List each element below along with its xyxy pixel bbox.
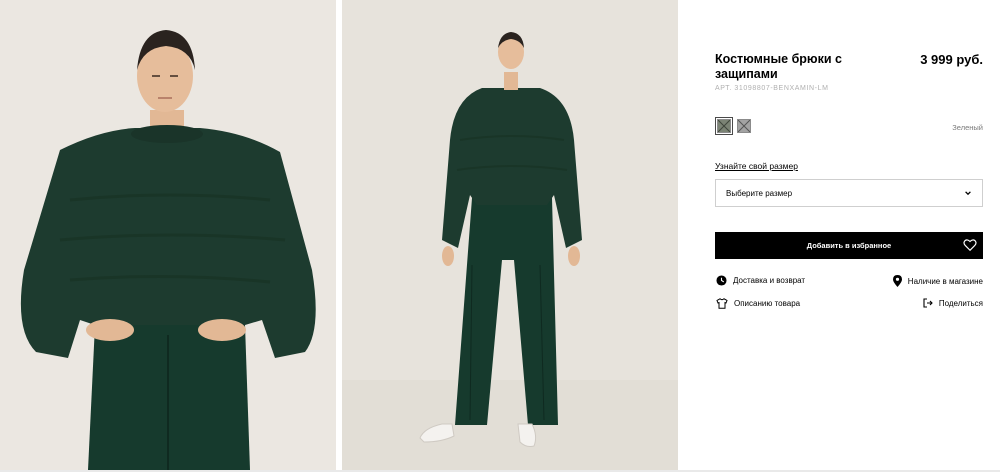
product-price: 3 999 руб. [920,52,983,67]
product-title: Костюмные брюки с защипами [715,52,842,81]
location-pin-icon [892,275,902,287]
chevron-down-icon [965,191,971,196]
selected-color-name: Зеленый [952,123,983,132]
gray-swatch-icon [738,120,750,132]
store-availability-label: Наличие в магазине [907,276,983,286]
product-photo-closeup[interactable] [0,0,336,470]
product-info-panel: Костюмные брюки с защипами 3 999 руб. АР… [715,0,983,472]
color-swatch-gray[interactable] [737,119,751,133]
heart-icon[interactable] [963,238,977,252]
share-icon [923,298,933,308]
delivery-returns-link[interactable]: Доставка и возврат [716,275,805,286]
size-guide-link[interactable]: Узнайте свой размер [715,161,798,171]
delivery-returns-label: Доставка и возврат [733,276,806,285]
product-description-label: Описанию товара [734,299,801,308]
tshirt-icon [716,298,728,309]
store-availability-link[interactable]: Наличие в магазине [892,275,983,287]
color-swatches [715,117,751,135]
size-select-placeholder: Выберите размер [726,188,793,198]
add-to-favorites-button[interactable]: Добавить в избранное [715,232,983,259]
product-sku: АРТ. 31098807-BENXAMIN-LM [715,85,829,92]
add-to-favorites-label: Добавить в избранное [806,241,892,250]
color-swatch-olive[interactable] [715,117,733,135]
product-photo-full-length[interactable] [342,0,678,470]
size-select[interactable]: Выберите размер [715,179,983,207]
share-label: Поделиться [938,298,983,308]
model-closeup-image [0,0,336,470]
share-link[interactable]: Поделиться [923,298,983,308]
product-description-link[interactable]: Описанию товара [716,298,800,309]
clock-icon [716,275,727,286]
model-full-length-image [342,0,678,470]
olive-swatch-icon [718,120,730,132]
